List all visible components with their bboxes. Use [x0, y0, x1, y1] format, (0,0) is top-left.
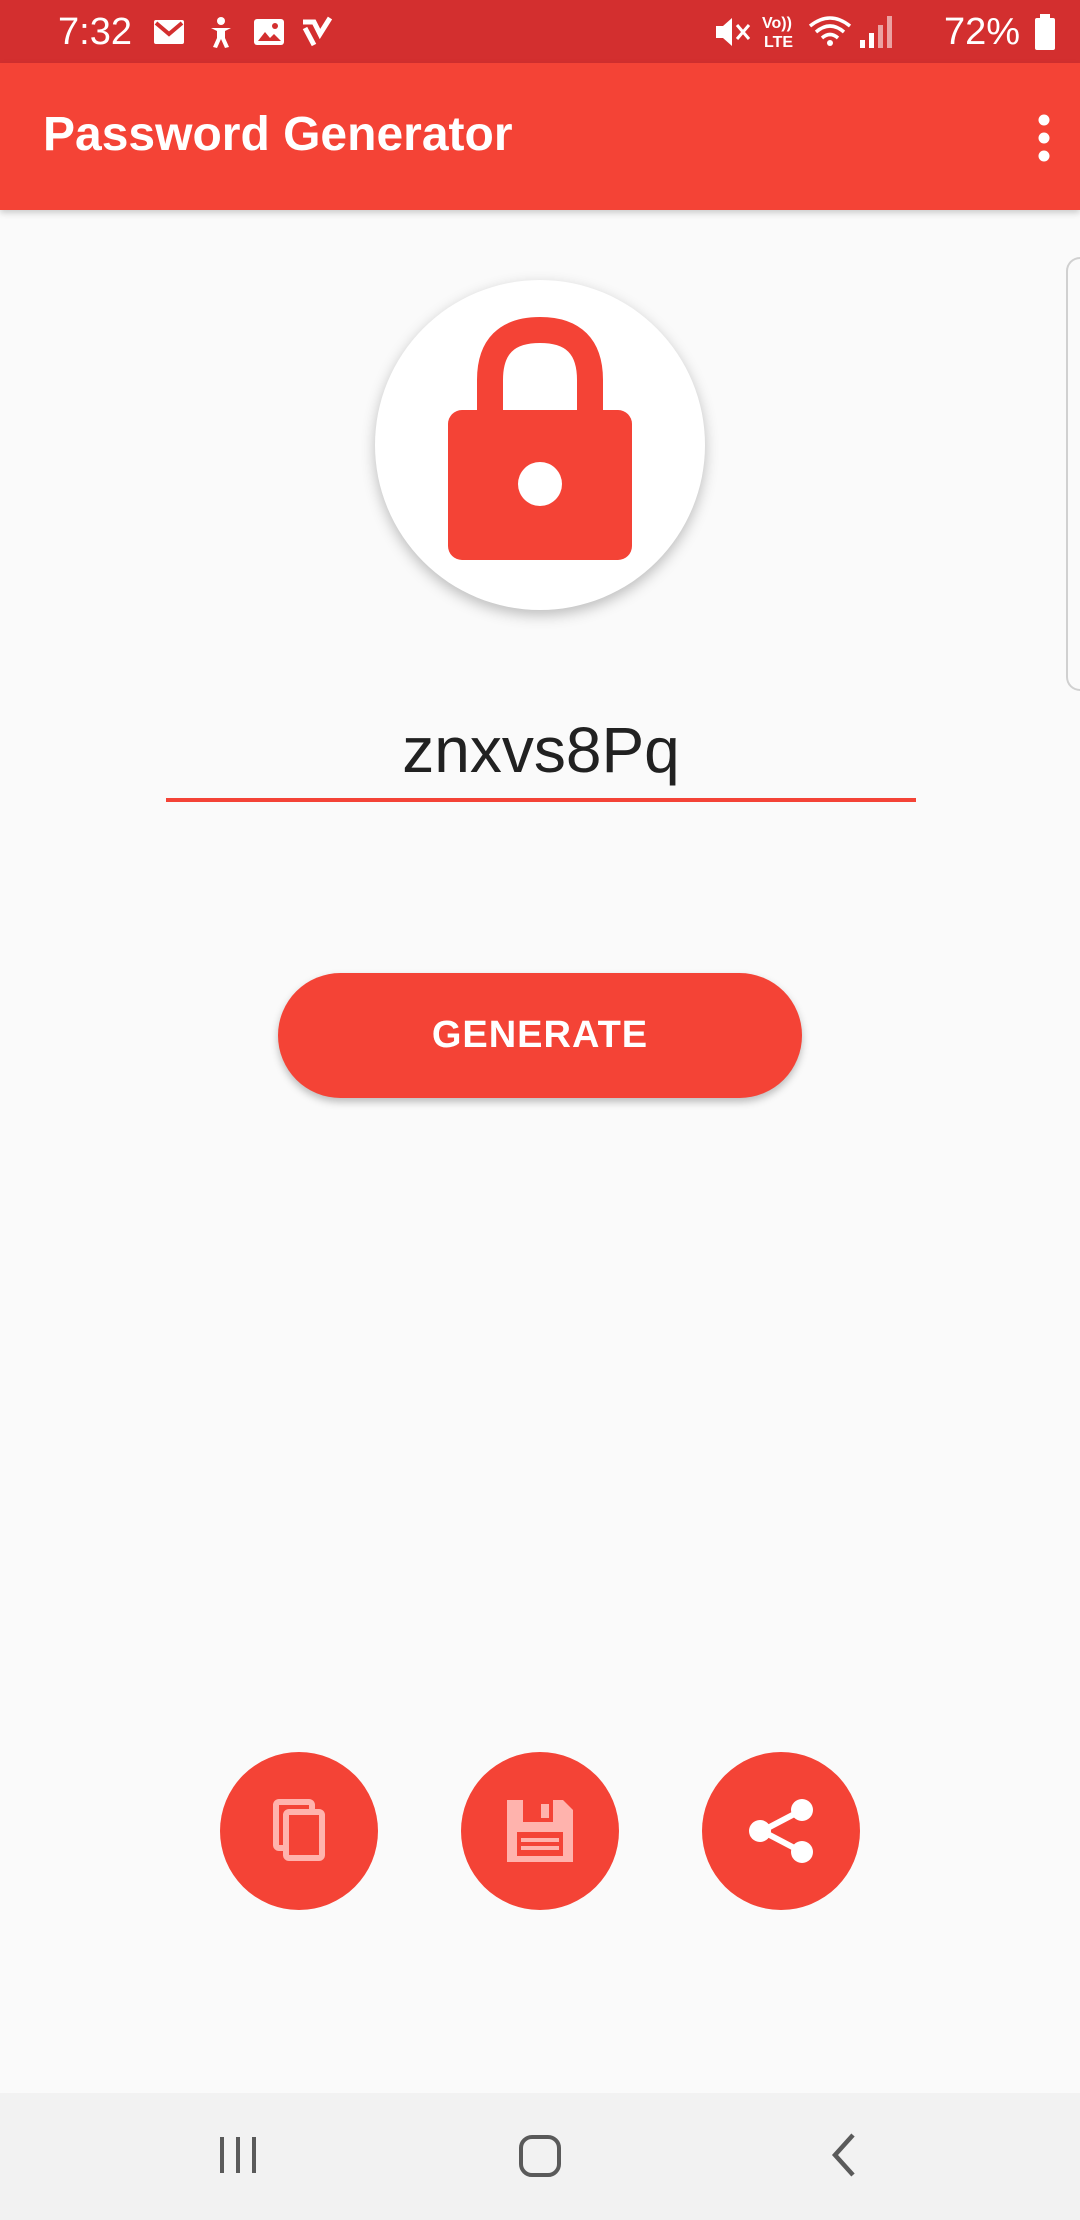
share-button[interactable]	[702, 1752, 860, 1910]
recents-button[interactable]	[180, 2093, 300, 2220]
back-button[interactable]	[783, 2093, 903, 2220]
mute-icon	[716, 18, 751, 46]
edge-panel-handle[interactable]	[1066, 257, 1080, 691]
svg-text:LTE: LTE	[764, 34, 793, 51]
lock-badge	[375, 280, 705, 610]
generate-button[interactable]: GENERATE	[278, 973, 802, 1098]
home-button[interactable]	[480, 2093, 600, 2220]
copy-button[interactable]	[220, 1752, 378, 1910]
status-time: 7:32	[58, 11, 132, 53]
lock-icon	[448, 316, 632, 560]
app-title: Password Generator	[43, 108, 513, 161]
task-icon	[302, 16, 333, 47]
recents-icon	[220, 2137, 256, 2173]
password-field[interactable]: znxvs8Pq	[166, 710, 916, 790]
overflow-menu-button[interactable]	[1002, 103, 1062, 173]
svg-text:Vo)): Vo))	[762, 15, 792, 32]
volte-icon: Vo)) LTE	[762, 15, 793, 51]
wifi-icon	[808, 16, 852, 46]
copy-icon	[273, 1799, 325, 1861]
app-bar: Password Generator	[0, 63, 1080, 210]
system-icons: Vo)) LTE 72%	[700, 0, 1080, 63]
status-bar: 7:32 Vo)) LTE 72%	[0, 0, 1080, 63]
more-vert-icon	[1038, 114, 1050, 162]
password-underline	[166, 798, 916, 802]
gmail-icon	[154, 20, 184, 44]
gallery-icon	[254, 19, 284, 45]
back-icon	[831, 2133, 855, 2177]
save-icon	[507, 1800, 573, 1862]
home-icon	[519, 2135, 561, 2177]
system-nav-bar	[0, 2093, 1080, 2220]
battery-icon	[1035, 14, 1055, 50]
share-icon	[749, 1799, 813, 1863]
save-button[interactable]	[461, 1752, 619, 1910]
accessibility-icon	[211, 17, 231, 48]
signal-icon	[860, 16, 892, 48]
battery-percent: 72%	[943, 11, 1020, 53]
